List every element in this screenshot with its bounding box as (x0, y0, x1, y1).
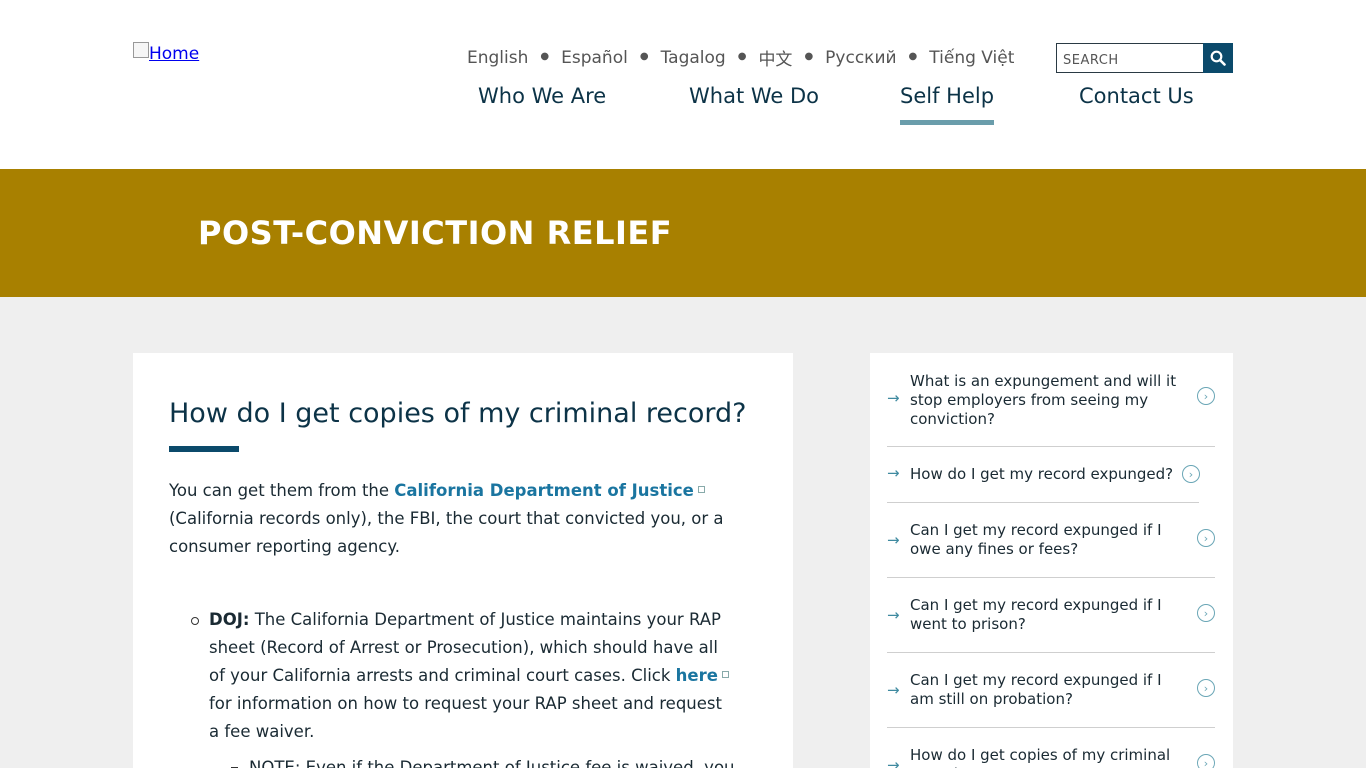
search-icon (1210, 50, 1226, 66)
main-nav: Who We Are What We Do Self Help Contact … (0, 84, 1366, 128)
language-english[interactable]: English (467, 48, 528, 68)
doj-here-link[interactable]: here (676, 666, 718, 685)
chevron-right-circle-icon: › (1182, 465, 1200, 483)
nav-who-we-are[interactable]: Who We Are (478, 84, 606, 108)
intro-prefix: You can get them from the (169, 481, 395, 500)
doj-label: DOJ: (209, 610, 250, 629)
separator-dot: ● (737, 51, 747, 62)
search-input[interactable] (1056, 43, 1203, 73)
list-item: DOJ: The California Department of Justic… (191, 606, 737, 746)
divider (887, 577, 1215, 578)
record-sources-list: DOJ: The California Department of Justic… (191, 606, 737, 768)
chevron-right-circle-icon: › (1197, 754, 1215, 768)
language-spanish[interactable]: Español (561, 48, 628, 68)
arrow-right-icon: → (887, 389, 900, 407)
logo-alt-text[interactable]: Home (149, 44, 199, 64)
sidebar-item-label: What is an expungement and will it stop … (910, 372, 1177, 428)
language-russian[interactable]: Русский (825, 48, 896, 68)
article-card: How do I get copies of my criminal recor… (133, 353, 793, 768)
sidebar-item-probation[interactable]: → Can I get my record expunged if I am s… (887, 671, 1215, 711)
note-text: NOTE: Even if the Department of Justice … (249, 758, 735, 768)
chevron-right-circle-icon: › (1197, 529, 1215, 547)
separator-dot: ● (540, 51, 550, 62)
language-chinese[interactable]: 中文 (758, 45, 792, 70)
language-tagalog[interactable]: Tagalog (661, 48, 726, 68)
related-questions-sidebar: → What is an expungement and will it sto… (870, 353, 1233, 768)
separator-dot: ● (639, 51, 649, 62)
nav-self-help[interactable]: Self Help (900, 84, 995, 125)
sidebar-item-fines-fees[interactable]: → Can I get my record expunged if I owe … (887, 521, 1215, 561)
sidebar-item-prison[interactable]: → Can I get my record expunged if I went… (887, 596, 1215, 636)
language-vietnamese[interactable]: Tiếng Việt (929, 48, 1014, 68)
arrow-right-icon: → (887, 606, 900, 624)
sidebar-item-label: How do I get copies of my criminal recor… (910, 746, 1171, 768)
doj-text: The California Department of Justice mai… (209, 610, 721, 685)
broken-image-icon (133, 42, 149, 58)
sidebar-item-how-expunged[interactable]: → How do I get my record expunged? › (887, 461, 1215, 489)
nav-contact-us[interactable]: Contact Us (1079, 84, 1194, 108)
sidebar-item-label: Can I get my record expunged if I am sti… (910, 671, 1162, 708)
page-banner: POST-CONVICTION RELIEF (0, 169, 1366, 297)
article-intro: You can get them from the California Dep… (169, 477, 739, 561)
separator-dot: ● (908, 51, 918, 62)
sidebar-item-label: How do I get my record expunged? (910, 465, 1174, 483)
arrow-right-icon: → (887, 531, 900, 549)
search-button[interactable] (1203, 43, 1233, 73)
sidebar-item-copies-record[interactable]: → How do I get copies of my criminal rec… (887, 746, 1215, 768)
divider (887, 727, 1215, 728)
external-link-icon (697, 486, 705, 493)
article-heading: How do I get copies of my criminal recor… (169, 398, 747, 429)
divider (887, 446, 1215, 447)
search-box (1056, 43, 1233, 73)
list-item: NOTE: Even if the Department of Justice … (231, 754, 737, 768)
home-logo-link[interactable]: Home (133, 42, 199, 64)
language-selector: English ● Español ● Tagalog ● 中文 ● Русск… (467, 45, 1014, 71)
chevron-right-circle-icon: › (1197, 387, 1215, 405)
sidebar-item-expungement-employers[interactable]: → What is an expungement and will it sto… (887, 371, 1215, 431)
arrow-right-icon: → (887, 464, 900, 482)
heading-underline (169, 446, 239, 452)
site-header: Home English ● Español ● Tagalog ● 中文 ● … (0, 0, 1366, 169)
divider (887, 652, 1215, 653)
divider (887, 502, 1199, 503)
ca-doj-link[interactable]: California Department of Justice (394, 481, 694, 500)
sidebar-item-label: Can I get my record expunged if I went t… (910, 596, 1162, 633)
nav-what-we-do[interactable]: What We Do (689, 84, 819, 108)
arrow-right-icon: → (887, 756, 900, 768)
page-title: POST-CONVICTION RELIEF (198, 214, 673, 252)
chevron-right-circle-icon: › (1197, 604, 1215, 622)
arrow-right-icon: → (887, 681, 900, 699)
sidebar-item-label: Can I get my record expunged if I owe an… (910, 521, 1162, 558)
doj-text-after: for information on how to request your R… (209, 694, 722, 741)
chevron-right-circle-icon: › (1197, 679, 1215, 697)
external-link-icon (721, 671, 729, 678)
separator-dot: ● (804, 51, 814, 62)
intro-suffix: (California records only), the FBI, the … (169, 509, 724, 556)
